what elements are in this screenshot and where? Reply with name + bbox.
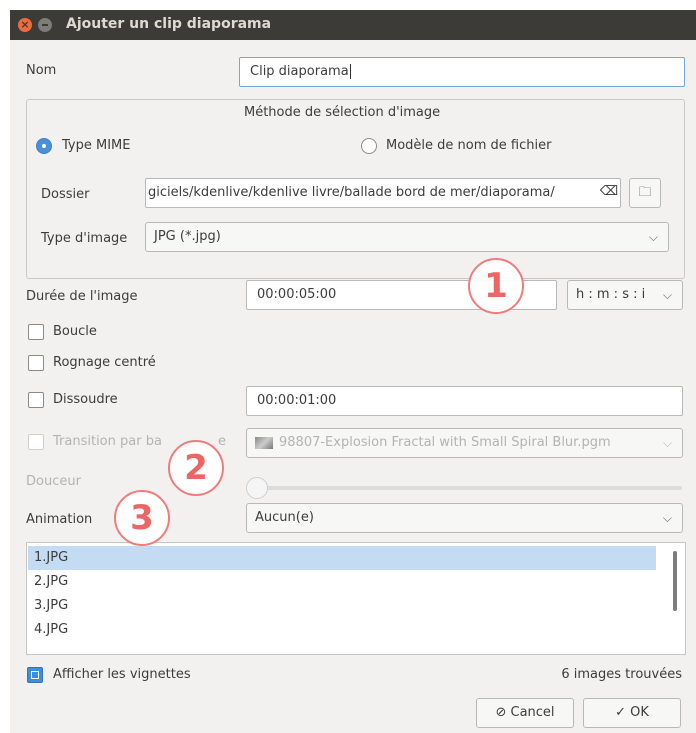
- image-type-select[interactable]: JPG (*.jpg) ⌵: [145, 222, 669, 252]
- center-crop-label[interactable]: Rognage centré: [53, 355, 156, 370]
- radio-mime-label[interactable]: Type MIME: [62, 138, 130, 153]
- duration-format-select[interactable]: h : m : s : i ⌵: [567, 280, 683, 310]
- close-icon[interactable]: ×: [18, 18, 32, 32]
- radio-filename-pattern-label[interactable]: Modèle de nom de fichier: [386, 138, 551, 153]
- wipe-label-tail: e: [218, 434, 226, 449]
- minimize-icon[interactable]: [38, 18, 52, 32]
- list-scrollbar[interactable]: [673, 551, 677, 611]
- animation-select[interactable]: Aucun(e) ⌵: [246, 503, 683, 533]
- softness-slider-track[interactable]: [256, 486, 682, 490]
- dissolve-label[interactable]: Dissoudre: [53, 392, 118, 407]
- dialog-window: × Ajouter un clip diaporama Nom Clip dia…: [10, 10, 696, 733]
- center-crop-checkbox[interactable]: [28, 355, 44, 371]
- name-input[interactable]: Clip diaporama: [239, 57, 685, 87]
- list-item[interactable]: 4.JPG: [28, 618, 68, 642]
- callout-badge-1: 1: [468, 258, 524, 314]
- dissolve-duration-input[interactable]: 00:00:01:00: [246, 386, 683, 416]
- callout-badge-2: 2: [168, 440, 224, 496]
- images-found-count: 6 images trouvées: [561, 667, 682, 682]
- radio-filename-pattern[interactable]: [361, 138, 377, 154]
- animation-value: Aucun(e): [255, 510, 314, 525]
- duration-format-value: h : m : s : i: [576, 287, 646, 302]
- image-type-value: JPG (*.jpg): [154, 229, 221, 244]
- window-title: Ajouter un clip diaporama: [66, 16, 272, 32]
- folder-input[interactable]: giciels/kdenlive/kdenlive livre/ballade …: [145, 178, 621, 208]
- list-item[interactable]: 1.JPG: [28, 546, 656, 570]
- loop-checkbox[interactable]: [28, 324, 44, 340]
- softness-label: Douceur: [26, 474, 81, 489]
- image-list[interactable]: 1.JPG 2.JPG 3.JPG 4.JPG: [26, 542, 686, 655]
- name-input-value: Clip diaporama: [250, 64, 349, 79]
- folder-icon: 🗀: [638, 185, 652, 200]
- chevron-down-icon: ⌵: [662, 511, 672, 525]
- dissolve-checkbox[interactable]: [28, 392, 44, 408]
- clear-icon[interactable]: ⌫: [599, 182, 619, 202]
- folder-label: Dossier: [41, 187, 90, 202]
- ok-button-label: OK: [630, 705, 649, 720]
- checkmark-icon: ✓: [615, 705, 626, 720]
- chevron-down-icon: ⌵: [662, 288, 672, 302]
- cancel-icon: ⊘: [495, 705, 507, 720]
- thumbnails-checkbox[interactable]: [27, 667, 43, 683]
- list-item[interactable]: 3.JPG: [28, 594, 68, 618]
- group-title: Méthode de sélection d'image: [244, 105, 441, 120]
- duration-label: Durée de l'image: [26, 289, 138, 304]
- dissolve-value: 00:00:01:00: [257, 393, 337, 408]
- callout-badge-3: 3: [114, 490, 170, 546]
- thumbnails-label[interactable]: Afficher les vignettes: [53, 667, 191, 682]
- folder-path: giciels/kdenlive/kdenlive livre/ballade …: [148, 185, 555, 200]
- softness-slider-handle[interactable]: [246, 477, 268, 499]
- image-type-label: Type d'image: [41, 231, 128, 246]
- chevron-down-icon: ⌵: [662, 436, 672, 450]
- animation-label: Animation: [26, 512, 93, 527]
- list-item[interactable]: 2.JPG: [28, 570, 68, 594]
- ok-button[interactable]: ✓ OK: [583, 698, 681, 728]
- browse-folder-button[interactable]: 🗀: [629, 178, 661, 208]
- title-bar: × Ajouter un clip diaporama: [10, 10, 696, 40]
- chevron-down-icon: ⌵: [648, 230, 658, 244]
- name-label: Nom: [26, 63, 57, 78]
- cancel-button-label: Cancel: [510, 705, 555, 720]
- radio-mime[interactable]: [36, 138, 52, 154]
- loop-label[interactable]: Boucle: [53, 324, 97, 339]
- wipe-label[interactable]: Transition par ba: [53, 434, 162, 449]
- wipe-file-select[interactable]: 98807-Explosion Fractal with Small Spira…: [246, 428, 683, 458]
- wipe-thumbnail: [255, 436, 273, 449]
- wipe-checkbox[interactable]: [28, 434, 44, 450]
- wipe-file-value: 98807-Explosion Fractal with Small Spira…: [279, 435, 611, 450]
- cancel-button[interactable]: ⊘ Cancel: [476, 698, 574, 728]
- duration-value: 00:00:05:00: [257, 287, 337, 302]
